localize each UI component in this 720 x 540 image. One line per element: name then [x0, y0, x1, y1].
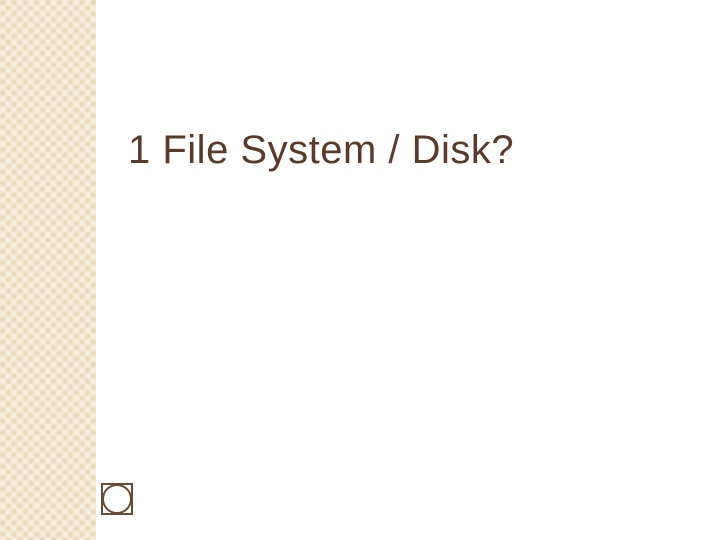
slide-title: 1 File System / Disk? — [128, 128, 514, 173]
decorative-sidebar — [0, 0, 96, 540]
corner-ornament-icon — [96, 478, 140, 522]
